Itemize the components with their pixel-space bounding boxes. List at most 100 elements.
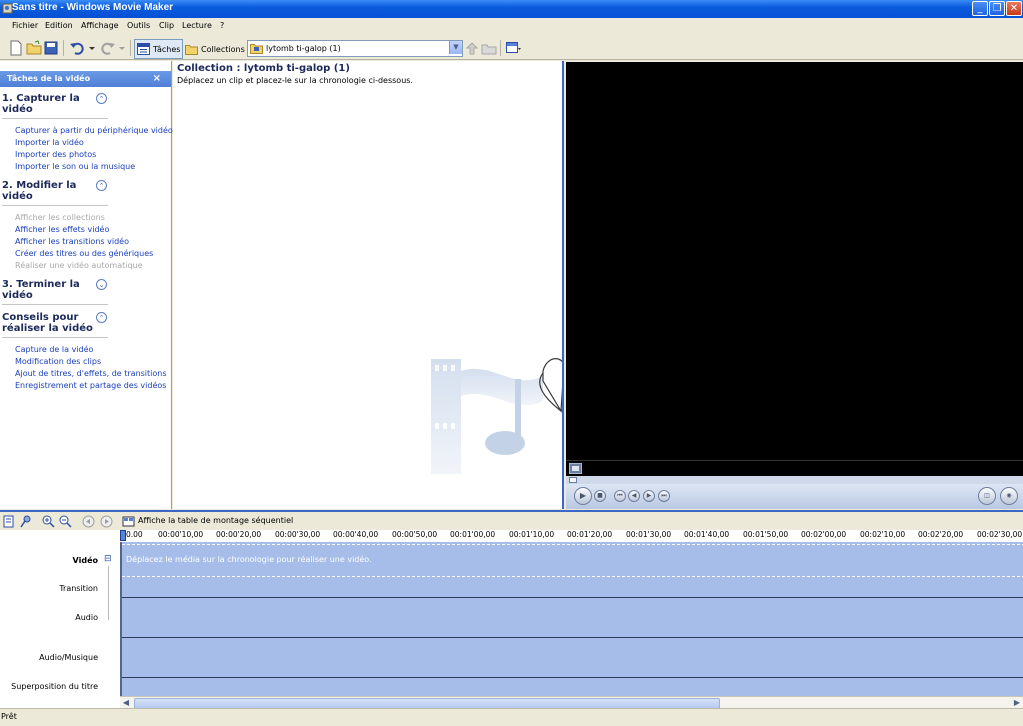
task-link-video-transitions[interactable]: Afficher les transitions vidéo	[15, 237, 129, 246]
seek-thumb[interactable]	[569, 477, 577, 483]
section-title-tips[interactable]: Conseils pour réaliser la vidéo	[2, 312, 94, 334]
status-bar: Prêt	[0, 708, 1023, 726]
fast-forward-icon[interactable]: ▶	[643, 490, 655, 502]
ruler-tick-label: 00:00'40,00	[333, 530, 379, 539]
collection-title: Collection : lytomb ti-galop (1)	[177, 63, 350, 74]
task-link-capture-device[interactable]: Capturer à partir du périphérique vidéo	[15, 126, 173, 135]
video-track-top-border	[122, 544, 1023, 545]
track-divider	[122, 597, 1023, 598]
playback-controls: ▶ ■ ⏮ ◀ ▶ ⏭ ◫ ◉	[566, 484, 1023, 509]
split-icon[interactable]: ◫	[978, 487, 996, 505]
collection-select[interactable]: lytomb ti-galop (1) ▼	[247, 40, 463, 57]
collapse-icon[interactable]: ⌃	[96, 180, 107, 191]
split-clip-icon[interactable]	[569, 463, 582, 474]
chevron-down-icon[interactable]: ▼	[449, 41, 462, 54]
zoom-in-icon[interactable]	[42, 515, 55, 528]
collapse-icon[interactable]: ⌃	[96, 312, 107, 323]
save-project-icon[interactable]	[43, 40, 59, 56]
section-divider	[2, 118, 108, 119]
task-link-import-audio[interactable]: Importer le son ou la musique	[15, 162, 135, 171]
ruler-tick-label: 00:01'20,00	[567, 530, 613, 539]
ruler-tick-label: 00:01'00,00	[450, 530, 496, 539]
expand-icon[interactable]: ⌄	[96, 279, 107, 290]
tasks-button[interactable]: Tâches	[134, 39, 184, 59]
menu-outils[interactable]: Outils	[127, 21, 150, 30]
task-link-tip-capture[interactable]: Capture de la vidéo	[15, 345, 93, 354]
storyboard-icon[interactable]	[122, 515, 135, 528]
timeline-tracks[interactable]: Déplacez le média sur la chronologie pou…	[120, 542, 1023, 696]
collections-button[interactable]: Collections	[182, 39, 248, 59]
scroll-left-icon[interactable]: ◀	[120, 697, 132, 708]
storyboard-toggle-label[interactable]: Affiche la table de montage séquentiel	[138, 516, 293, 525]
task-link-titles-credits[interactable]: Créer des titres ou des génériques	[15, 249, 153, 258]
timeline-options-icon[interactable]	[2, 515, 15, 528]
section-divider	[2, 205, 108, 206]
ruler-tick-label: 00:00'10,00	[158, 530, 204, 539]
menu-affichage[interactable]: Affichage	[81, 21, 119, 30]
rewind-timeline-icon[interactable]	[82, 515, 95, 528]
zoom-out-icon[interactable]	[59, 515, 72, 528]
task-link-tip-titles[interactable]: Ajout de titres, d'effets, de transition…	[15, 369, 167, 378]
narration-microphone-icon[interactable]	[19, 515, 32, 528]
track-labels: Vidéo ⊟ Transition Audio Audio/Musique S…	[0, 530, 120, 708]
new-project-icon[interactable]	[8, 40, 24, 56]
task-link-show-collections: Afficher les collections	[15, 213, 105, 222]
menu-help[interactable]: ?	[220, 21, 224, 30]
maximize-button[interactable]: ❐	[989, 1, 1005, 16]
previous-frame-icon[interactable]: ⏮	[614, 490, 626, 502]
stop-icon[interactable]: ■	[594, 490, 606, 502]
track-label-title-overlay: Superposition du titre	[11, 682, 98, 691]
scroll-right-icon[interactable]: ▶	[1011, 697, 1023, 708]
close-icon[interactable]: ×	[153, 73, 161, 84]
section-title-finish[interactable]: 3. Terminer la vidéo	[2, 279, 92, 301]
redo-icon[interactable]	[100, 40, 116, 56]
play-icon[interactable]: ▶	[574, 487, 592, 505]
collapse-icon[interactable]: ⌃	[96, 93, 107, 104]
track-label-transition: Transition	[59, 584, 98, 593]
play-timeline-icon[interactable]	[100, 515, 113, 528]
collections-folder-icon	[185, 45, 198, 55]
task-link-import-photos[interactable]: Importer des photos	[15, 150, 96, 159]
task-link-video-effects[interactable]: Afficher les effets vidéo	[15, 225, 109, 234]
track-label-audio-music: Audio/Musique	[39, 653, 98, 662]
views-icon[interactable]	[505, 40, 521, 56]
tasks-button-label: Tâches	[153, 44, 181, 54]
ruler-tick-label: 00:00'20,00	[216, 530, 262, 539]
track-label-audio: Audio	[75, 613, 98, 622]
ruler-tick-label: 00:02'10,00	[860, 530, 906, 539]
menu-lecture[interactable]: Lecture	[182, 21, 212, 30]
section-title-capture[interactable]: 1. Capturer la vidéo	[2, 93, 92, 115]
menu-clip[interactable]: Clip	[159, 21, 174, 30]
task-sections: 1. Capturer la vidéo ⌃ Capturer à partir…	[0, 92, 173, 392]
snapshot-icon[interactable]: ◉	[1000, 487, 1018, 505]
task-link-tip-save[interactable]: Enregistrement et partage des vidéos	[15, 381, 166, 390]
task-link-import-video[interactable]: Importer la vidéo	[15, 138, 84, 147]
ruler-tick-label: 00:01'40,00	[684, 530, 730, 539]
next-frame-icon[interactable]: ⏭	[658, 490, 670, 502]
collection-up-icon[interactable]	[464, 40, 480, 56]
section-title-edit[interactable]: 2. Modifier la vidéo	[2, 180, 92, 202]
collection-pane[interactable]: Collection : lytomb ti-galop (1) Déplace…	[173, 61, 592, 509]
preview-screen	[566, 62, 1023, 461]
close-button[interactable]: ✕	[1006, 1, 1022, 16]
collections-button-label: Collections	[201, 44, 245, 54]
new-collection-icon[interactable]	[481, 40, 497, 56]
title-bar[interactable]: Sans titre - Windows Movie Maker _ ❐ ✕	[0, 0, 1023, 18]
toolbar: Tâches Collections lytomb ti-galop (1) ▼	[0, 36, 1023, 60]
task-link-tip-edit-clips[interactable]: Modification des clips	[15, 357, 101, 366]
preview-status-strip	[566, 460, 1023, 477]
minimize-button[interactable]: _	[972, 1, 988, 16]
toolbar-separator	[130, 40, 131, 56]
expand-track-icon[interactable]: ⊟	[104, 554, 112, 564]
window-title: Sans titre - Windows Movie Maker	[12, 2, 174, 13]
status-text: Prêt	[1, 712, 17, 721]
task-pane-title: Tâches de la vidéo	[7, 74, 91, 83]
timeline-toolbar: Affiche la table de montage séquentiel	[0, 510, 1023, 530]
rewind-icon[interactable]: ◀	[628, 490, 640, 502]
timeline: Vidéo ⊟ Transition Audio Audio/Musique S…	[0, 530, 1023, 709]
ruler-tick-label: 00:02'00,00	[801, 530, 847, 539]
undo-icon[interactable]	[69, 40, 85, 56]
menu-fichier[interactable]: Fichier	[12, 21, 38, 30]
menu-edition[interactable]: Edition	[45, 21, 73, 30]
open-project-icon[interactable]	[26, 40, 42, 56]
